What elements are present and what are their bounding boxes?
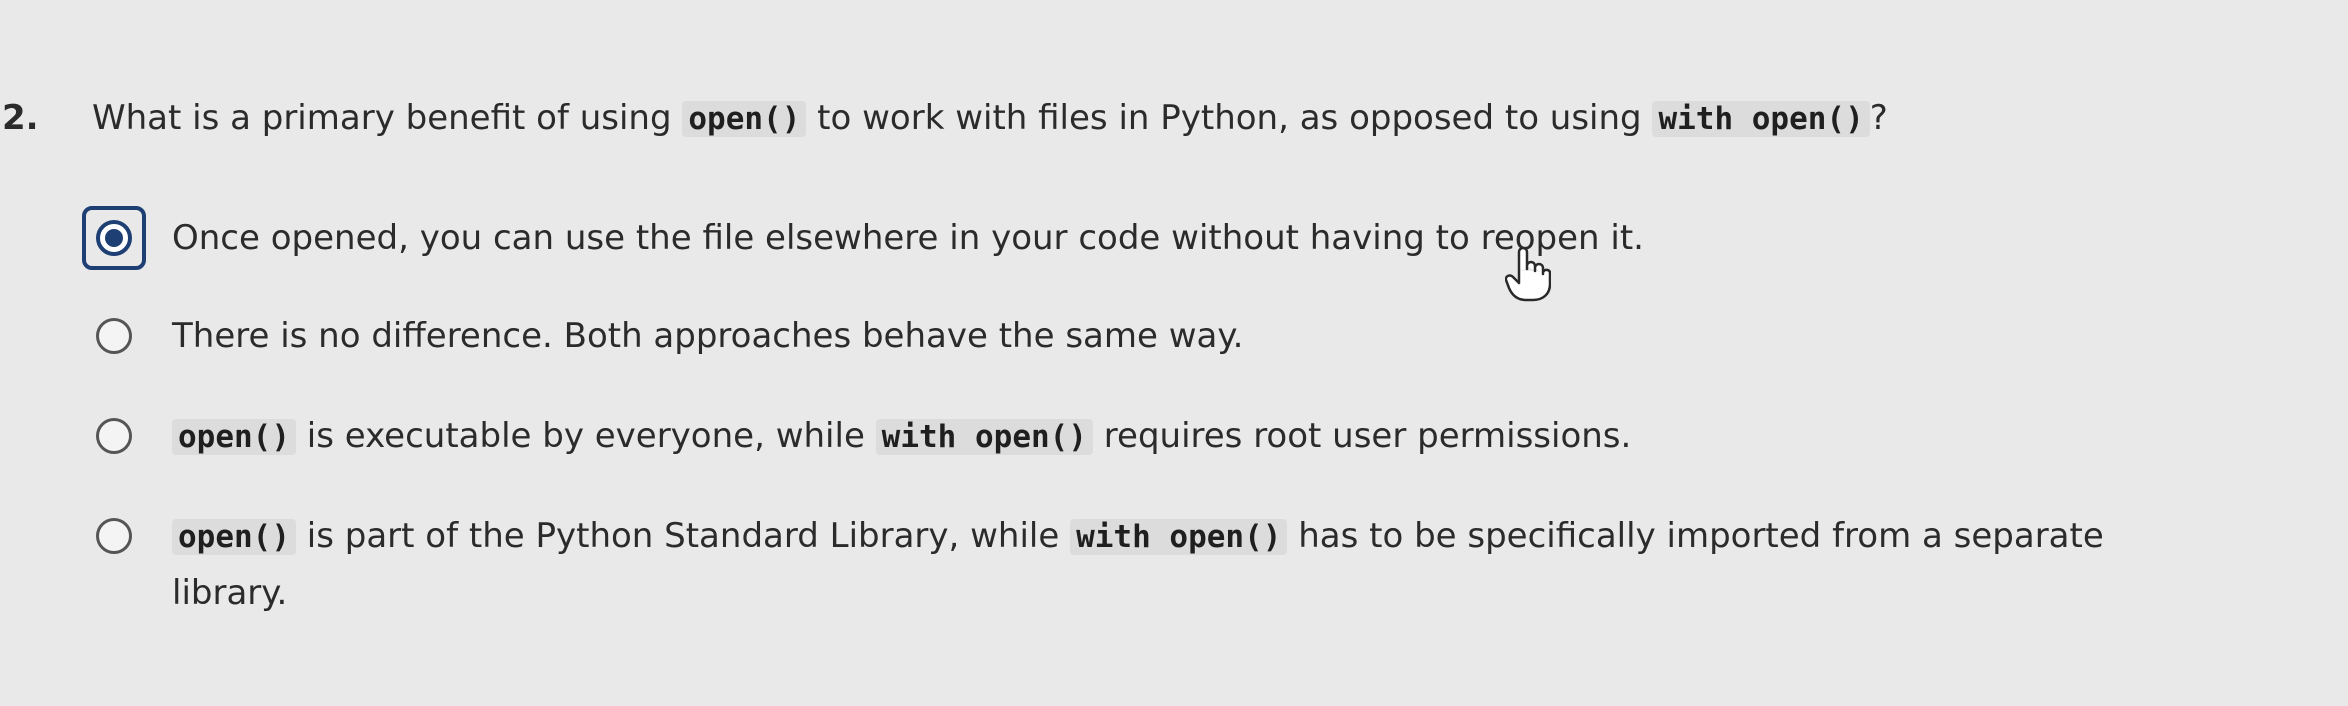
option-text-part: is executable by everyone, while: [306, 416, 865, 456]
option-code-with-open: with open(): [875, 419, 1093, 455]
radio-unselected-icon[interactable]: [96, 518, 132, 554]
option-code-with-open: with open(): [1070, 519, 1288, 555]
question-text-part: ?: [1869, 98, 1888, 138]
answer-option-label: There is no difference. Both approaches …: [172, 316, 1244, 356]
answer-option-label: open() is executable by everyone, while …: [172, 408, 2122, 465]
radio-unselected-icon[interactable]: [96, 418, 132, 454]
question-number: 2.: [2, 98, 39, 138]
option-text-part: is part of the Python Standard Library, …: [306, 516, 1060, 556]
option-code-open: open(): [172, 419, 296, 455]
radio-selected-icon[interactable]: [96, 220, 132, 256]
question-text-part: What is a primary benefit of using: [92, 98, 672, 138]
option-code-open: open(): [172, 519, 296, 555]
question-text-part: to work with files in Python, as opposed…: [817, 98, 1642, 138]
radio-unselected-icon[interactable]: [96, 318, 132, 354]
hand-pointer-icon: [1505, 246, 1551, 302]
answer-option-label: Once opened, you can use the file elsewh…: [172, 218, 1644, 258]
question-text: What is a primary benefit of using open(…: [92, 92, 1888, 145]
option-text-part: requires root user permissions.: [1103, 416, 1632, 456]
question-code-open: open(): [682, 101, 807, 137]
question-code-with-open: with open(): [1652, 101, 1870, 137]
answer-option-label: open() is part of the Python Standard Li…: [172, 508, 2122, 621]
